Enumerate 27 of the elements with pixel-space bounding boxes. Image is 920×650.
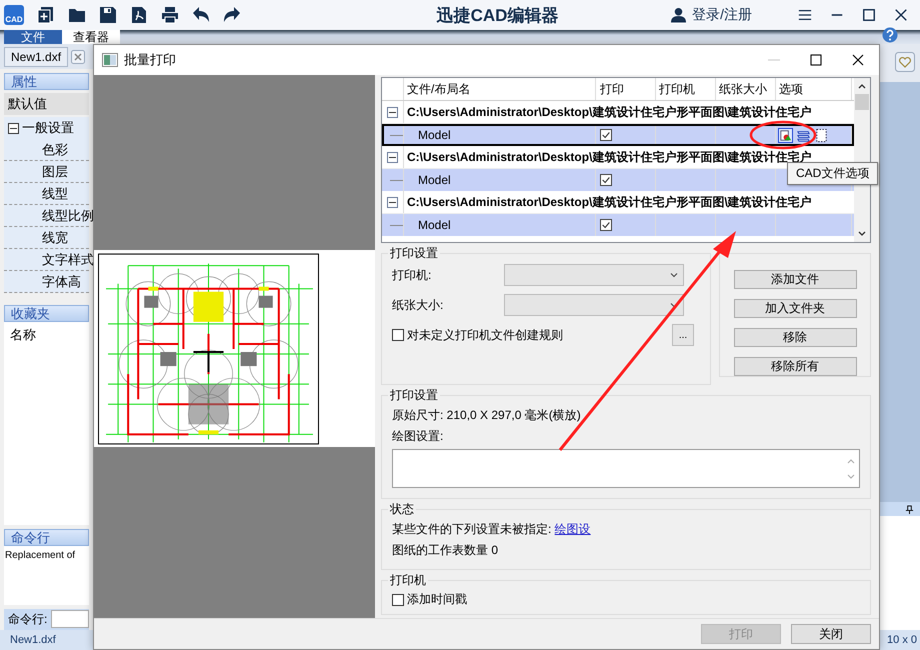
layout-name: Model <box>404 124 596 146</box>
printer-label: 打印机: <box>392 266 432 284</box>
property-group-label: 一般设置 <box>22 119 74 138</box>
dialog-title: 批量打印 <box>124 51 176 69</box>
layout-name: Model <box>404 214 596 236</box>
property-row: 默认值 <box>4 93 89 116</box>
layout-name: Model <box>404 169 596 191</box>
status-coordinates: 10 x 0 <box>887 634 917 646</box>
command-prompt-label: 命令行: <box>7 610 48 628</box>
column-header: 名称 <box>10 326 36 342</box>
sheet-count-text: 图纸的工作表数量 0 <box>392 542 500 559</box>
tooltip: CAD文件选项 <box>787 162 878 185</box>
panel-header: 收藏夹 <box>4 304 89 322</box>
app-logo: CAD <box>4 5 24 25</box>
panel-header: 属性 <box>4 73 89 90</box>
group-title: 打印设置 <box>389 245 439 262</box>
command-log-text: Replacement of <box>5 550 76 561</box>
status-text: 某些文件的下列设置未被指定: <box>392 522 552 536</box>
group-title: 打印设置 <box>389 387 439 404</box>
paper-size-label: 纸张大小: <box>392 296 444 314</box>
panel-header: 命令行 <box>4 528 89 546</box>
group-title: 状态 <box>389 501 415 518</box>
app-title: 迅捷CAD编辑器 <box>436 4 560 26</box>
plot-settings-label: 绘图设置: <box>392 428 444 445</box>
group-title: 打印机 <box>389 572 427 589</box>
status-file: New1.dxf <box>10 634 56 646</box>
original-size-text: 原始尺寸: 210,0 X 297,0 毫米(横放) <box>392 407 582 424</box>
